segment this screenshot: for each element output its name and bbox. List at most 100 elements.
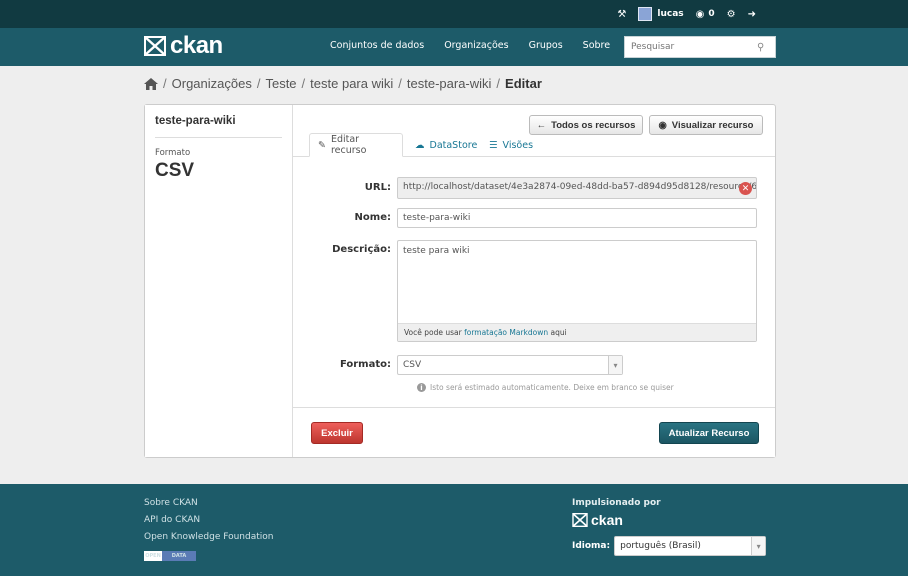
- dashboard-icon: ◉: [695, 8, 705, 20]
- open-data-badge-data: DATA: [162, 551, 196, 561]
- footer-links: Sobre CKAN API do CKAN Open Knowledge Fo…: [144, 498, 273, 561]
- language-value: português (Brasil): [620, 541, 701, 551]
- breadcrumb-current: Editar: [505, 76, 542, 91]
- tab-views[interactable]: ☰ Visões: [481, 133, 541, 157]
- breadcrumb-dataset[interactable]: teste para wiki: [310, 76, 393, 91]
- sysadmin-icon[interactable]: ⚒: [617, 9, 626, 20]
- site-search: ⚲: [624, 36, 776, 58]
- dashboard-link[interactable]: ◉ 0: [696, 9, 715, 20]
- tab-edit-label: Editar recurso: [330, 134, 367, 156]
- format-select-value: CSV: [403, 360, 422, 370]
- format-field-label: Formato:: [339, 359, 391, 370]
- breadcrumb-separator: /: [163, 76, 167, 91]
- url-label: URL:: [364, 182, 391, 193]
- breadcrumb-separator: /: [256, 76, 261, 91]
- breadcrumb-separator: /: [301, 76, 306, 91]
- format-value: CSV: [155, 160, 195, 181]
- arrow-left-icon: ←: [536, 119, 547, 131]
- breadcrumb-separator: /: [398, 76, 402, 91]
- markdown-help-prefix: Você pode usar: [404, 328, 465, 337]
- ckan-logo[interactable]: ckan: [144, 32, 223, 60]
- dashboard-count: 0: [708, 9, 715, 19]
- powered-by-label: Impulsionado por: [572, 498, 661, 508]
- language-label: Idioma:: [572, 541, 611, 551]
- all-resources-button[interactable]: ← Todos os recursos: [529, 115, 643, 135]
- delete-button[interactable]: Excluir: [311, 422, 363, 444]
- logout-icon[interactable]: ➜: [748, 9, 756, 20]
- resource-title: teste-para-wiki: [155, 115, 282, 138]
- masthead: ckan Conjuntos de dados Organizações Gru…: [0, 28, 908, 66]
- description-label: Descrição:: [332, 244, 391, 255]
- breadcrumb: / Organizações / Teste / teste para wiki…: [144, 76, 542, 91]
- resource-form-area: ← Todos os recursos ◉ Visualizar recurso…: [293, 105, 775, 457]
- footer-ckan-logo[interactable]: ckan: [572, 512, 623, 528]
- breadcrumb-separator: /: [496, 76, 501, 91]
- avatar: [638, 7, 653, 21]
- url-value: http://localhost/dataset/4e3a2874-09ed-4…: [403, 182, 757, 192]
- name-label: Nome:: [354, 212, 391, 223]
- gear-icon[interactable]: ⚙: [727, 9, 736, 20]
- cloud-icon: ☁: [415, 139, 425, 151]
- language-selector: Idioma: português (Brasil) ▾: [572, 536, 767, 556]
- tab-edit-resource[interactable]: ✎ Editar recurso: [309, 133, 403, 157]
- tab-datastore-label: DataStore: [429, 139, 478, 151]
- footer-about-ckan[interactable]: Sobre CKAN: [144, 498, 273, 508]
- all-resources-label: Todos os recursos: [551, 119, 636, 131]
- view-resource-button[interactable]: ◉ Visualizar recurso: [649, 115, 763, 135]
- markdown-help-suffix: aqui: [548, 328, 567, 337]
- username: lucas: [657, 9, 684, 19]
- update-resource-button[interactable]: Atualizar Recurso: [659, 422, 759, 444]
- format-row: Formato: CSV ▾: [293, 355, 775, 375]
- resource-sidebar: teste-para-wiki Formato CSV: [145, 105, 293, 457]
- ckan-logo-icon: [144, 36, 166, 56]
- eye-icon: ◉: [658, 119, 667, 131]
- info-icon: i: [417, 383, 426, 392]
- form-actions: Excluir Atualizar Recurso: [293, 407, 775, 457]
- footer-ckan-api[interactable]: API do CKAN: [144, 515, 273, 525]
- language-select[interactable]: português (Brasil) ▾: [614, 536, 767, 556]
- chevron-down-icon: ▾: [751, 537, 766, 555]
- format-label: Formato: [155, 148, 191, 158]
- markdown-help: Você pode usar formatação Markdown aqui: [398, 323, 756, 341]
- tab-views-label: Visões: [502, 139, 534, 151]
- format-select[interactable]: CSV ▾: [397, 355, 623, 375]
- nav-groups[interactable]: Grupos: [529, 40, 563, 51]
- resource-edit-card: teste-para-wiki Formato CSV ← Todos os r…: [144, 104, 776, 458]
- footer-logo-text: ckan: [591, 512, 623, 528]
- nav-organizations[interactable]: Organizações: [444, 40, 508, 51]
- name-row: Nome: teste-para-wiki: [293, 208, 775, 228]
- logo-text: ckan: [170, 32, 223, 59]
- format-hint-text: Isto será estimado automaticamente. Deix…: [430, 383, 674, 392]
- main-nav: Conjuntos de dados Organizações Grupos S…: [330, 40, 610, 51]
- site-footer: Sobre CKAN API do CKAN Open Knowledge Fo…: [0, 484, 908, 576]
- resource-tabs: ✎ Editar recurso ☁ DataStore ☰ Visões: [293, 133, 775, 157]
- breadcrumb-organization[interactable]: Teste: [265, 76, 296, 91]
- nav-datasets[interactable]: Conjuntos de dados: [330, 40, 424, 51]
- markdown-link[interactable]: formatação Markdown: [464, 328, 548, 337]
- breadcrumb-resource[interactable]: teste-para-wiki: [407, 76, 492, 91]
- description-field: teste para wiki Você pode usar formataçã…: [397, 240, 757, 342]
- tab-datastore[interactable]: ☁ DataStore: [407, 133, 485, 157]
- view-resource-label: Visualizar recurso: [671, 119, 754, 131]
- nav-about[interactable]: Sobre: [583, 40, 610, 51]
- open-data-badge[interactable]: OPEN DATA: [144, 551, 196, 561]
- format-hint: i Isto será estimado automaticamente. De…: [417, 383, 674, 392]
- open-data-badge-open: OPEN: [144, 551, 162, 561]
- name-input[interactable]: teste-para-wiki: [397, 208, 757, 228]
- description-row: Descrição: teste para wiki Você pode usa…: [293, 240, 775, 342]
- account-bar: ⚒ lucas ◉ 0 ⚙ ➜: [0, 0, 908, 28]
- url-row: URL: http://localhost/dataset/4e3a2874-0…: [293, 177, 775, 199]
- footer-okfn[interactable]: Open Knowledge Foundation: [144, 532, 273, 542]
- breadcrumb-organizations[interactable]: Organizações: [172, 76, 252, 91]
- edit-icon: ✎: [318, 139, 326, 151]
- user-link[interactable]: lucas: [638, 7, 684, 21]
- home-icon[interactable]: [144, 77, 158, 90]
- search-icon[interactable]: ⚲: [757, 42, 764, 53]
- url-field[interactable]: http://localhost/dataset/4e3a2874-09ed-4…: [397, 177, 757, 199]
- description-textarea[interactable]: teste para wiki: [398, 241, 756, 323]
- search-input[interactable]: [631, 42, 757, 52]
- clear-url-icon[interactable]: ✕: [739, 182, 752, 195]
- ckan-logo-icon: [572, 513, 588, 527]
- chevron-down-icon: ▾: [608, 356, 622, 374]
- list-icon: ☰: [489, 139, 498, 151]
